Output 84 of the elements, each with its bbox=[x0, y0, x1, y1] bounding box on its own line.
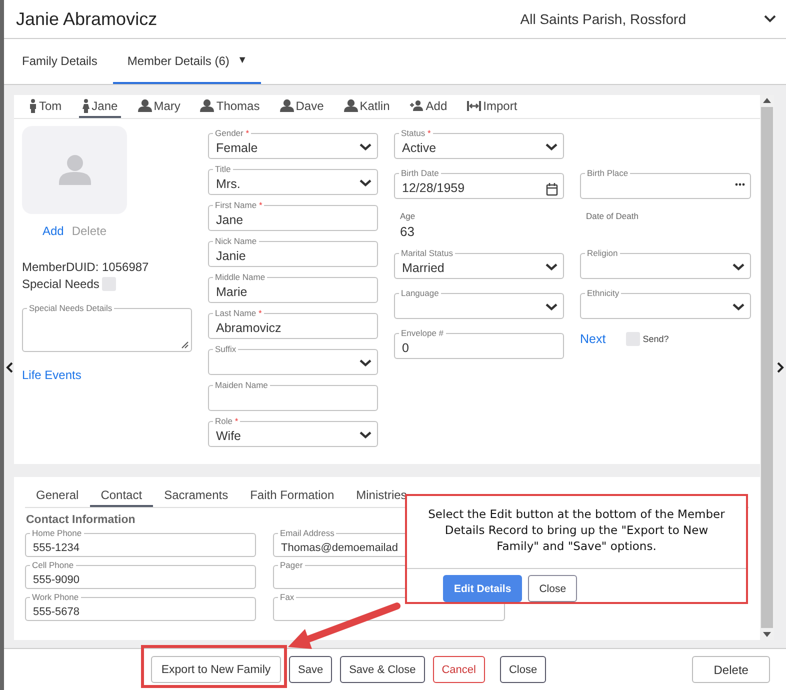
chevron-down-icon bbox=[359, 143, 372, 151]
special-needs-label: Special Needs bbox=[22, 277, 100, 291]
member-tab[interactable]: Mary bbox=[134, 95, 184, 118]
chevron-down-icon bbox=[545, 263, 558, 271]
chevron-left-icon bbox=[6, 362, 12, 373]
input-field[interactable]: Last Name * Abramovicz bbox=[208, 308, 378, 339]
button[interactable]: Export to New Family bbox=[151, 656, 281, 683]
member-tab[interactable]: Katlin bbox=[340, 95, 393, 118]
text-area[interactable]: Special Needs Details bbox=[22, 303, 192, 352]
button[interactable]: Delete bbox=[692, 656, 770, 683]
input-field[interactable]: Envelope # 0 bbox=[394, 328, 564, 359]
input-field[interactable]: Maiden Name bbox=[208, 380, 378, 411]
button[interactable]: Edit Details bbox=[443, 575, 522, 602]
person-icon bbox=[138, 99, 152, 112]
dropdown[interactable]: Role * Wife bbox=[208, 416, 378, 447]
resize-grip-icon bbox=[181, 341, 189, 349]
input-field[interactable]: First Name * Jane bbox=[208, 200, 378, 231]
scroll-down-icon bbox=[763, 632, 771, 637]
person-icon bbox=[200, 99, 214, 112]
dropdown[interactable]: Gender * Female bbox=[208, 128, 378, 159]
dropdown[interactable]: Status * Active bbox=[394, 128, 564, 159]
input-field[interactable]: Nick Name Janie bbox=[208, 236, 378, 267]
button[interactable]: Save bbox=[289, 656, 332, 683]
nav-tab[interactable]: Family Details bbox=[8, 39, 112, 84]
dropdown[interactable]: Title Mrs. bbox=[208, 164, 378, 195]
detail-tab[interactable]: Contact bbox=[90, 486, 154, 507]
dropdown[interactable]: Ethnicity bbox=[580, 288, 751, 319]
member-tab[interactable]: Jane bbox=[78, 95, 121, 118]
callout-text: Select the Edit button at the bottom of the Member Details Record to bring up the "Export to New Family" and "Save" options. bbox=[407, 496, 746, 569]
member-tab[interactable]: Import bbox=[464, 95, 520, 118]
person-icon bbox=[344, 99, 358, 112]
scroll-up-icon bbox=[763, 98, 771, 103]
field-label: Date of Death bbox=[586, 211, 640, 221]
field-value: 63 bbox=[400, 224, 416, 239]
import-icon bbox=[467, 100, 482, 112]
chevron-right-icon bbox=[776, 362, 784, 373]
member-tab[interactable]: Dave bbox=[276, 95, 327, 118]
chevron-down-icon bbox=[764, 15, 776, 23]
person-icon bbox=[280, 99, 294, 112]
button[interactable]: Close bbox=[500, 656, 546, 683]
chevron-down-icon bbox=[732, 303, 745, 311]
dropdown[interactable]: Marital Status Married bbox=[394, 248, 564, 279]
calendar-icon bbox=[546, 183, 558, 196]
button[interactable]: Cancel bbox=[432, 656, 485, 683]
female-figure-icon bbox=[82, 98, 90, 112]
male-figure-icon bbox=[29, 98, 37, 112]
input-field[interactable]: Work Phone 555-5678 bbox=[25, 592, 256, 621]
window-title: Janie Abramovicz bbox=[16, 8, 158, 30]
add-person-icon bbox=[410, 100, 424, 111]
lookup-field[interactable]: Birth Place bbox=[580, 168, 751, 199]
chevron-down-icon bbox=[732, 263, 745, 271]
life-events-link[interactable]: Life Events bbox=[22, 368, 82, 382]
scroll-thumb[interactable] bbox=[761, 107, 773, 628]
member-tab[interactable]: Add bbox=[406, 95, 450, 118]
parish-name: All Saints Parish, Rossford bbox=[520, 11, 686, 27]
input-field[interactable]: Middle Name Marie bbox=[208, 272, 378, 303]
avatar-icon bbox=[58, 155, 90, 185]
input-field[interactable]: Home Phone 555-1234 bbox=[25, 528, 256, 557]
input-field[interactable]: Cell Phone 555-9090 bbox=[25, 560, 256, 589]
chevron-down-icon bbox=[545, 303, 558, 311]
section-heading: Contact Information bbox=[26, 514, 136, 526]
dropdown[interactable]: Religion bbox=[580, 248, 751, 279]
checkbox[interactable] bbox=[102, 277, 116, 291]
chevron-down-icon bbox=[545, 143, 558, 151]
dropdown[interactable]: Language bbox=[394, 288, 564, 319]
ellipsis-icon bbox=[735, 183, 745, 186]
member-tab[interactable]: Tom bbox=[26, 95, 65, 118]
detail-tab[interactable]: General bbox=[25, 486, 90, 507]
member-duid: MemberDUID: 1056987 bbox=[22, 260, 149, 274]
next-link[interactable]: Next bbox=[580, 332, 606, 346]
checkbox[interactable] bbox=[626, 332, 640, 346]
dropdown[interactable]: Suffix bbox=[208, 344, 378, 375]
button[interactable]: Close bbox=[528, 575, 578, 602]
chevron-down-icon bbox=[359, 359, 372, 367]
send-label: Send? bbox=[642, 334, 669, 344]
chevron-down-icon bbox=[359, 179, 372, 187]
button[interactable]: Save & Close bbox=[340, 656, 425, 683]
detail-tab[interactable]: Faith Formation bbox=[239, 486, 346, 507]
member-tab[interactable]: Thomas bbox=[197, 95, 263, 118]
field-label: Age bbox=[400, 211, 416, 221]
date-field[interactable]: Birth Date 12/28/1959 bbox=[394, 168, 564, 199]
add-photo-link[interactable]: Add bbox=[42, 224, 64, 238]
detail-tab[interactable]: Sacraments bbox=[153, 486, 240, 507]
chevron-down-icon bbox=[359, 431, 372, 439]
